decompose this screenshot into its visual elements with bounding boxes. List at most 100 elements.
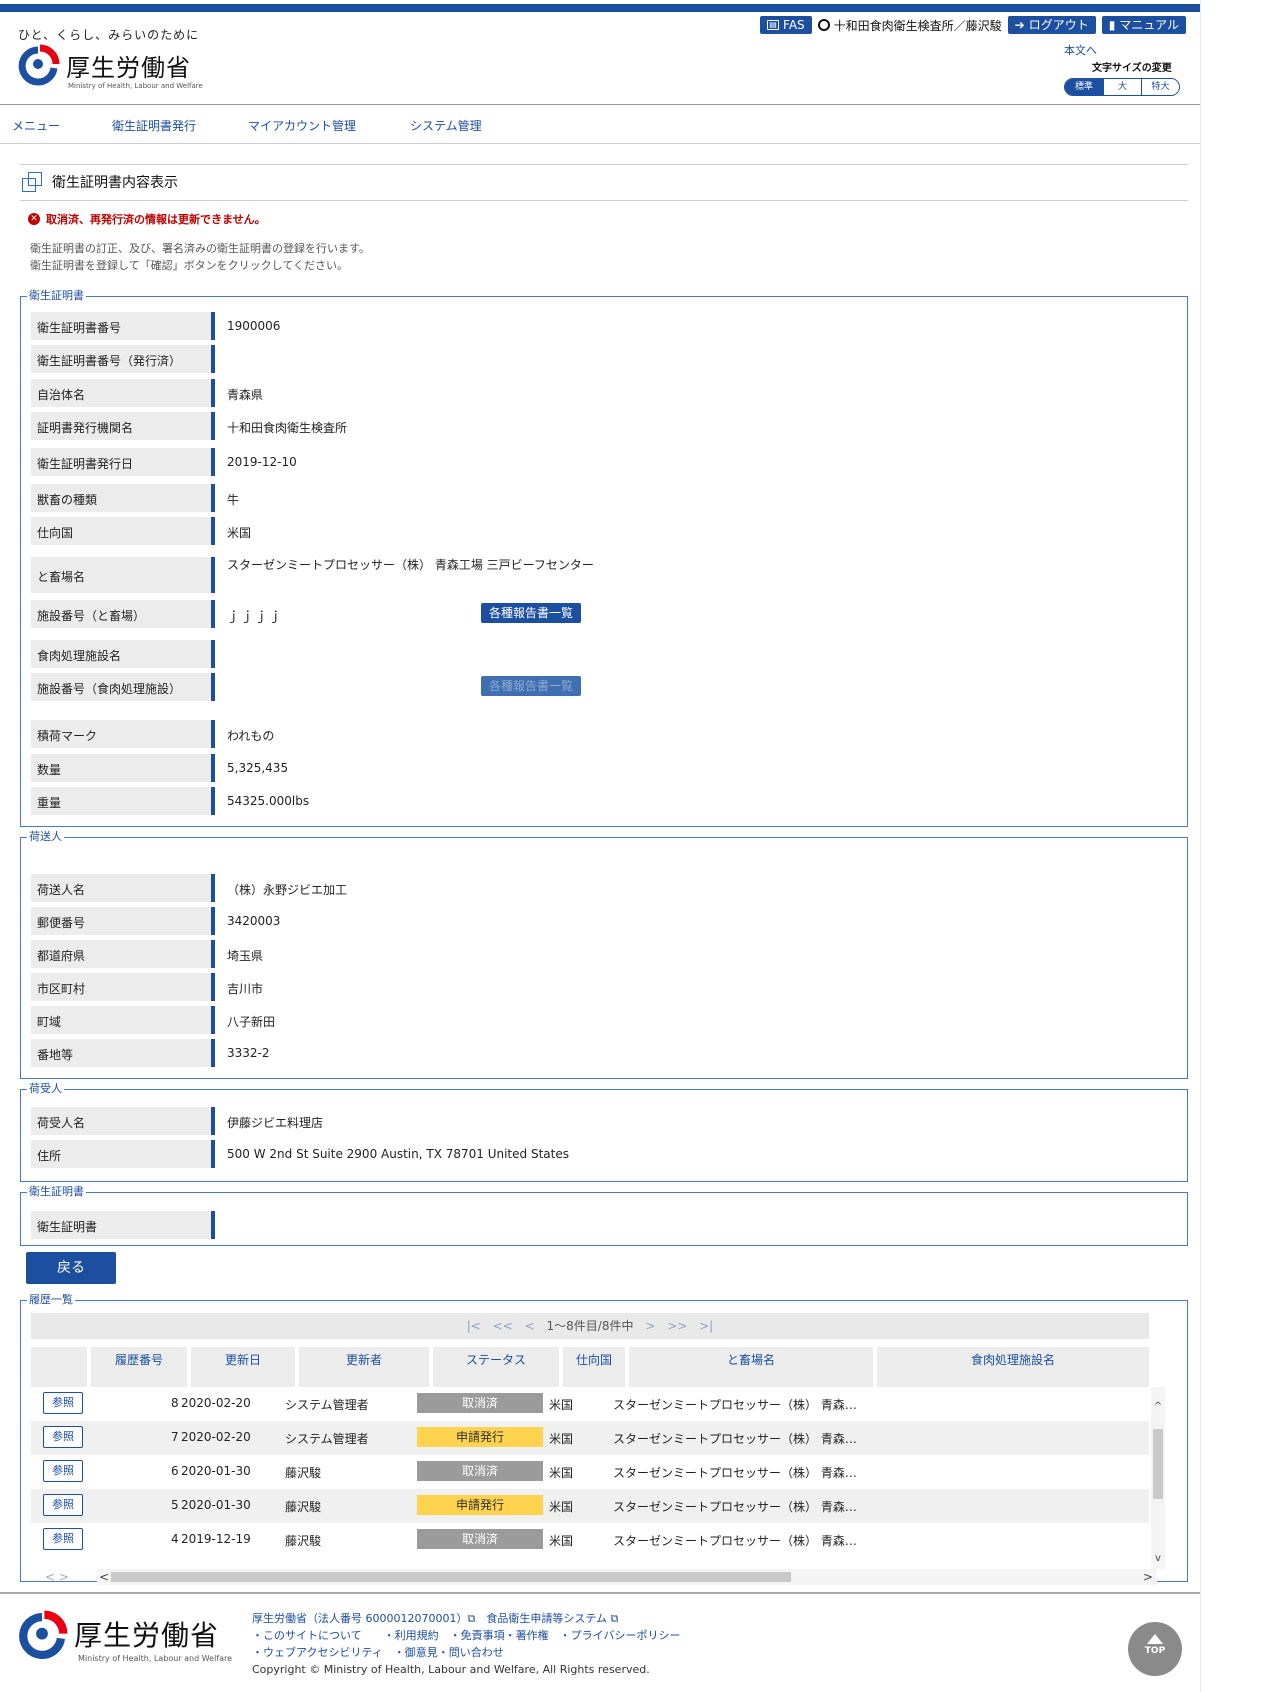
field-label: 衛生証明書	[31, 1211, 215, 1239]
scroll-right-icon[interactable]: >	[1143, 1569, 1153, 1585]
logo-english: Ministry of Health, Labour and Welfare	[68, 82, 203, 90]
footer-logo-name: 厚生労働省	[74, 1619, 220, 1652]
field-value: 十和田食肉衛生検査所	[227, 421, 348, 435]
footer-link-line-3[interactable]: ・ウェブアクセシビリティ ・御意見・問い合わせ	[252, 1644, 680, 1661]
scroll-down-icon[interactable]: v	[1151, 1553, 1165, 1564]
pager-first[interactable]: |<	[467, 1319, 481, 1333]
back-button[interactable]: 戻る	[26, 1252, 116, 1284]
field-label: 重量	[31, 787, 215, 815]
cell-destination: 米国	[549, 1500, 574, 1514]
ministry-logo[interactable]: 厚生労働省 Ministry of Health, Labour and Wel…	[16, 44, 206, 94]
field-postal-code: 郵便番号 3420003	[31, 907, 1171, 937]
footer-link-line-2[interactable]: ・このサイトについて ・利用規約 ・免責事項・著作権 ・プライバシーポリシー	[252, 1627, 680, 1644]
error-icon: ✕	[28, 213, 40, 225]
col-header-destination[interactable]: 仕向国	[563, 1347, 625, 1387]
field-town: 町域 八子新田	[31, 1006, 1171, 1036]
scroll-left-icon[interactable]: <	[99, 1569, 109, 1585]
frozen-column-scrollbar[interactable]: < >	[31, 1569, 95, 1585]
col-header-status[interactable]: ステータス	[433, 1347, 559, 1387]
horizontal-scroll-thumb[interactable]	[111, 1572, 791, 1582]
cell-destination: 米国	[549, 1432, 574, 1446]
field-label: 自治体名	[31, 379, 215, 407]
field-cert-number-issued: 衛生証明書番号（発行済）	[31, 345, 1171, 375]
field-label: 番地等	[31, 1039, 215, 1067]
manual-button[interactable]: ▮ マニュアル	[1101, 16, 1186, 34]
error-message: ✕ 取消済、再発行済の情報は更新できません。	[28, 211, 266, 227]
field-facility-no-slaughter: 施設番号（と畜場） ｊｊｊｊ 各種報告書一覧	[31, 600, 1171, 630]
field-label: 数量	[31, 754, 215, 782]
nav-menu[interactable]: メニュー	[12, 105, 112, 143]
ref-button[interactable]: 参照	[43, 1392, 83, 1414]
col-header-history-no[interactable]: 履歴番号	[91, 1347, 187, 1387]
back-to-top-button[interactable]: TOP	[1128, 1622, 1182, 1676]
field-label: 荷受人名	[31, 1107, 215, 1135]
col-header-date[interactable]: 更新日	[191, 1347, 295, 1387]
header-actions: ▤ FAS 十和田食肉衛生検査所／藤沢駿 ➔ ログアウト ▮ マニュアル	[760, 16, 1186, 34]
cell-destination: 米国	[549, 1466, 574, 1480]
field-label: 荷送人名	[31, 874, 215, 902]
ref-button[interactable]: 参照	[43, 1494, 83, 1516]
pager-next-block[interactable]: >>	[667, 1319, 687, 1333]
vertical-scroll-thumb[interactable]	[1153, 1429, 1163, 1499]
page-title: 衛生証明書内容表示	[22, 172, 178, 192]
header-ref-col	[31, 1347, 87, 1387]
description: 衛生証明書の訂正、及び、署名済みの衛生証明書の登録を行います。 衛生証明書を登録…	[30, 240, 370, 274]
cell-slaughterhouse: スターゼンミートプロセッサー（株） 青森…	[613, 1466, 857, 1480]
error-text: 取消済、再発行済の情報は更新できません。	[46, 213, 266, 226]
pager-prev-block[interactable]: <<	[493, 1319, 513, 1333]
field-facility-no-meat: 施設番号（食肉処理施設） 各種報告書一覧	[31, 673, 1171, 703]
cell-updater: 藤沢駿	[285, 1500, 322, 1514]
vertical-scrollbar[interactable]: ^ v	[1151, 1387, 1165, 1569]
table-row: 参照 4 2019-12-19 藤沢駿 取消済 米国 スターゼンミートプロセッサ…	[31, 1523, 1149, 1569]
font-size-xlarge[interactable]: 特大	[1141, 79, 1179, 95]
nav-my-account[interactable]: マイアカウント管理	[248, 105, 410, 143]
field-value: 3332-2	[227, 1046, 270, 1060]
nav-system-admin[interactable]: システム管理	[410, 105, 530, 143]
status-badge: 申請発行	[417, 1495, 543, 1515]
cell-no: 5	[171, 1498, 179, 1512]
status-badge: 申請発行	[417, 1427, 543, 1447]
report-list-button-disabled[interactable]: 各種報告書一覧	[481, 676, 582, 696]
field-value: 八子新田	[227, 1015, 276, 1029]
ref-button[interactable]: 参照	[43, 1460, 83, 1482]
cell-updater: システム管理者	[285, 1398, 369, 1412]
field-value: 5,325,435	[227, 761, 289, 775]
cell-no: 8	[171, 1396, 179, 1410]
pager-info: 1〜8件目/8件中	[546, 1319, 634, 1333]
ref-button[interactable]: 参照	[43, 1528, 83, 1550]
font-size-label: 文字サイズの変更	[1092, 63, 1172, 74]
pager-next[interactable]: >	[645, 1319, 655, 1333]
col-header-slaughterhouse[interactable]: と畜場名	[629, 1347, 873, 1387]
col-header-updater[interactable]: 更新者	[299, 1347, 429, 1387]
cell-date: 2020-02-20	[181, 1430, 251, 1444]
pager-prev[interactable]: <	[525, 1319, 535, 1333]
field-value: われもの	[227, 729, 275, 743]
field-issue-date: 衛生証明書発行日 2019-12-10	[31, 448, 1171, 478]
logout-button[interactable]: ➔ ログアウト	[1007, 16, 1096, 34]
user-icon	[817, 19, 830, 31]
fas-button[interactable]: ▤ FAS	[760, 16, 812, 34]
field-city: 市区町村 吉川市	[31, 973, 1171, 1003]
field-label: 食肉処理施設名	[31, 640, 215, 668]
font-size-large[interactable]: 大	[1103, 79, 1141, 95]
ref-button[interactable]: 参照	[43, 1426, 83, 1448]
footer-logo[interactable]: 厚生労働省 Ministry of Health, Labour and Wel…	[16, 1610, 236, 1670]
col-header-meat-facility[interactable]: 食肉処理施設名	[877, 1347, 1149, 1387]
history-fieldset: 履歴一覧 |< << < 1〜8件目/8件中 > >> >| 履歴番号 更新日 …	[20, 1293, 1188, 1585]
report-list-button[interactable]: 各種報告書一覧	[481, 603, 582, 623]
cell-slaughterhouse: スターゼンミートプロセッサー（株） 青森…	[613, 1534, 857, 1548]
nav-cert-issue[interactable]: 衛生証明書発行	[112, 105, 248, 143]
scroll-up-icon[interactable]: ^	[1151, 1401, 1165, 1412]
cell-updater: 藤沢駿	[285, 1534, 322, 1548]
font-size-standard[interactable]: 標準	[1065, 79, 1103, 95]
field-value: 伊藤ジビエ料理店	[227, 1116, 324, 1130]
horizontal-scrollbar[interactable]: < >	[97, 1569, 1157, 1585]
cell-date: 2020-01-30	[181, 1464, 251, 1478]
field-value: 500 W 2nd St Suite 2900 Austin, TX 78701…	[227, 1147, 569, 1161]
skip-to-content-link[interactable]: 本文へ	[1064, 42, 1097, 58]
table-row: 参照 5 2020-01-30 藤沢駿 申請発行 米国 スターゼンミートプロセッ…	[31, 1489, 1149, 1523]
field-value: 3420003	[227, 914, 281, 928]
footer-link-line-1[interactable]: 厚生労働省（法人番号 6000012070001）⧉ 食品衛生申請等システム ⧉	[252, 1610, 680, 1627]
cell-slaughterhouse: スターゼンミートプロセッサー（株） 青森…	[613, 1398, 857, 1412]
pager-last[interactable]: >|	[699, 1319, 713, 1333]
